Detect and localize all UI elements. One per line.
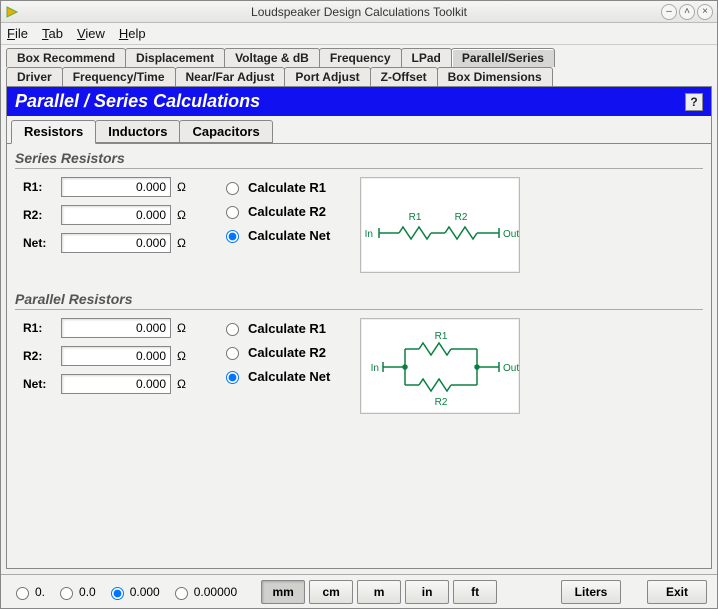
divider bbox=[15, 168, 703, 169]
parallel-net-unit: Ω bbox=[177, 377, 191, 391]
parallel-calc-r2-label: Calculate R2 bbox=[248, 345, 326, 360]
series-calc-r1-radio[interactable] bbox=[226, 182, 239, 195]
series-calc-r2-label: Calculate R2 bbox=[248, 204, 326, 219]
parallel-r1-unit: Ω bbox=[177, 321, 191, 335]
svg-text:R2: R2 bbox=[435, 397, 448, 408]
series-net-label: Net: bbox=[23, 236, 55, 250]
svg-text:Out: Out bbox=[503, 229, 519, 240]
tab-frequency[interactable]: Frequency bbox=[319, 48, 402, 67]
help-button[interactable]: ? bbox=[685, 93, 703, 111]
tab-frequency-time[interactable]: Frequency/Time bbox=[62, 67, 176, 86]
precision-00000-radio[interactable] bbox=[175, 587, 188, 600]
tab-voltage-db[interactable]: Voltage & dB bbox=[224, 48, 320, 67]
svg-text:R1: R1 bbox=[435, 331, 448, 342]
series-r1-input[interactable] bbox=[61, 177, 171, 197]
menubar: File Tab View Help bbox=[1, 23, 717, 45]
tab-z-offset[interactable]: Z-Offset bbox=[370, 67, 438, 86]
parallel-block: R1: Ω R2: Ω Net: Ω bbox=[15, 318, 703, 414]
series-r2-input[interactable] bbox=[61, 205, 171, 225]
menu-tab[interactable]: Tab bbox=[42, 26, 63, 41]
tab-driver[interactable]: Driver bbox=[6, 67, 63, 86]
svg-text:In: In bbox=[371, 363, 379, 374]
parallel-r2-input[interactable] bbox=[61, 346, 171, 366]
series-block: R1: Ω R2: Ω Net: Ω bbox=[15, 177, 703, 273]
menu-help[interactable]: Help bbox=[119, 26, 146, 41]
parallel-diagram: In Out R1 R2 bbox=[360, 318, 520, 414]
precision-000-radio[interactable] bbox=[111, 587, 124, 600]
tab-parallel-series[interactable]: Parallel/Series bbox=[451, 48, 555, 67]
panel-title: Parallel / Series Calculations bbox=[15, 91, 260, 112]
parallel-r1-input[interactable] bbox=[61, 318, 171, 338]
tab-displacement[interactable]: Displacement bbox=[125, 48, 225, 67]
app-window: Loudspeaker Design Calculations Toolkit … bbox=[0, 0, 718, 609]
series-r2-label: R2: bbox=[23, 208, 55, 222]
parallel-r2-unit: Ω bbox=[177, 349, 191, 363]
menu-file[interactable]: File bbox=[7, 26, 28, 41]
parallel-calc-r1-label: Calculate R1 bbox=[248, 321, 326, 336]
svg-text:R1: R1 bbox=[409, 212, 422, 223]
series-net-unit: Ω bbox=[177, 236, 191, 250]
app-icon bbox=[5, 5, 19, 19]
close-icon[interactable]: × bbox=[697, 4, 713, 20]
parallel-r2-label: R2: bbox=[23, 349, 55, 363]
parallel-net-input[interactable] bbox=[61, 374, 171, 394]
tab-box-dimensions[interactable]: Box Dimensions bbox=[437, 67, 553, 86]
svg-text:In: In bbox=[365, 229, 373, 240]
series-r1-unit: Ω bbox=[177, 180, 191, 194]
panel-title-bar: Parallel / Series Calculations ? bbox=[7, 87, 711, 116]
series-r1-label: R1: bbox=[23, 180, 55, 194]
content: Series Resistors R1: Ω R2: Ω Net: bbox=[7, 144, 711, 568]
unit-m-button[interactable]: m bbox=[357, 580, 401, 604]
subtab-inductors[interactable]: Inductors bbox=[95, 120, 180, 143]
subtab-resistors[interactable]: Resistors bbox=[11, 120, 96, 144]
menu-view[interactable]: View bbox=[77, 26, 105, 41]
precision-group: 0. 0.0 0.000 0.00000 bbox=[11, 584, 237, 600]
series-title: Series Resistors bbox=[15, 150, 703, 166]
parallel-r1-label: R1: bbox=[23, 321, 55, 335]
svg-text:Out: Out bbox=[503, 363, 519, 374]
tab-near-far-adjust[interactable]: Near/Far Adjust bbox=[175, 67, 286, 86]
series-net-input[interactable] bbox=[61, 233, 171, 253]
series-r2-unit: Ω bbox=[177, 208, 191, 222]
tab-port-adjust[interactable]: Port Adjust bbox=[284, 67, 370, 86]
parallel-net-label: Net: bbox=[23, 377, 55, 391]
parallel-calc-r1-radio[interactable] bbox=[226, 323, 239, 336]
svg-text:R2: R2 bbox=[455, 212, 468, 223]
precision-00-label: 0.0 bbox=[79, 585, 96, 599]
subtabs: Resistors Inductors Capacitors bbox=[7, 116, 711, 144]
titlebar: Loudspeaker Design Calculations Toolkit … bbox=[1, 1, 717, 23]
precision-00000-label: 0.00000 bbox=[194, 585, 237, 599]
maximize-icon[interactable]: ˄ bbox=[679, 4, 695, 20]
unit-ft-button[interactable]: ft bbox=[453, 580, 497, 604]
series-calc-net-radio[interactable] bbox=[226, 230, 239, 243]
panel: Parallel / Series Calculations ? Resisto… bbox=[6, 86, 712, 569]
tab-box-recommend[interactable]: Box Recommend bbox=[6, 48, 126, 67]
precision-0-label: 0. bbox=[35, 585, 45, 599]
main-tabs: Box Recommend Displacement Voltage & dB … bbox=[1, 45, 717, 86]
unit-cm-button[interactable]: cm bbox=[309, 580, 353, 604]
precision-000-label: 0.000 bbox=[130, 585, 160, 599]
exit-button[interactable]: Exit bbox=[647, 580, 707, 604]
bottom-bar: 0. 0.0 0.000 0.00000 mm cm m in ft Liter… bbox=[1, 574, 717, 608]
subtab-capacitors[interactable]: Capacitors bbox=[179, 120, 272, 143]
tab-lpad[interactable]: LPad bbox=[401, 48, 452, 67]
parallel-calc-net-label: Calculate Net bbox=[248, 369, 330, 384]
liters-button[interactable]: Liters bbox=[561, 580, 621, 604]
parallel-calc-net-radio[interactable] bbox=[226, 371, 239, 384]
minimize-icon[interactable]: – bbox=[661, 4, 677, 20]
divider bbox=[15, 309, 703, 310]
series-calc-net-label: Calculate Net bbox=[248, 228, 330, 243]
series-calc-r2-radio[interactable] bbox=[226, 206, 239, 219]
unit-mm-button[interactable]: mm bbox=[261, 580, 305, 604]
unit-in-button[interactable]: in bbox=[405, 580, 449, 604]
parallel-calc-r2-radio[interactable] bbox=[226, 347, 239, 360]
parallel-title: Parallel Resistors bbox=[15, 291, 703, 307]
series-diagram: In Out R1 R2 bbox=[360, 177, 520, 273]
series-calc-r1-label: Calculate R1 bbox=[248, 180, 326, 195]
window-title: Loudspeaker Design Calculations Toolkit bbox=[1, 5, 717, 19]
precision-0-radio[interactable] bbox=[16, 587, 29, 600]
precision-00-radio[interactable] bbox=[60, 587, 73, 600]
